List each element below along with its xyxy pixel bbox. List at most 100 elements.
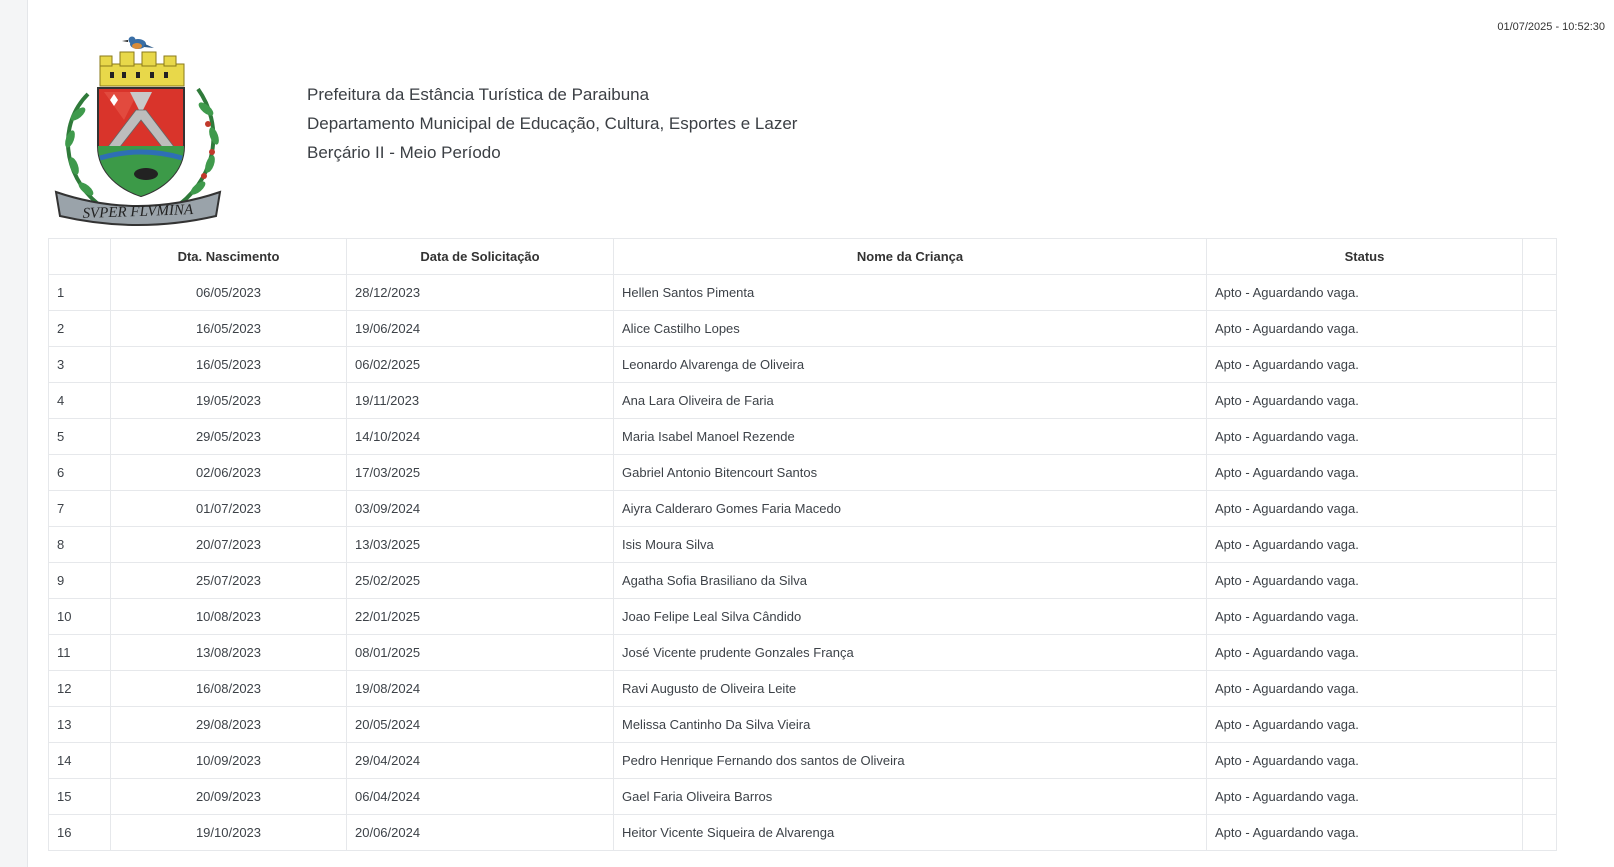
birth-date-cell: 25/07/2023	[110, 562, 347, 599]
table-row: 7 01/07/2023 03/09/2024 Aiyra Calderaro Gom…	[48, 490, 1557, 527]
child-name-cell: Heitor Vicente Siqueira de Alvarenga	[613, 814, 1207, 851]
request-date-cell: 20/05/2024	[346, 706, 614, 743]
status-cell: Apto - Aguardando vaga.	[1206, 346, 1523, 383]
report-header: Prefeitura da Estância Turística de Para…	[307, 80, 797, 167]
request-date-cell: 03/09/2024	[346, 490, 614, 527]
status-cell: Apto - Aguardando vaga.	[1206, 490, 1523, 527]
extra-cell	[1522, 670, 1557, 707]
row-index-cell: 1	[48, 274, 111, 311]
print-timestamp: 01/07/2025 - 10:52:30	[1497, 21, 1605, 33]
request-date-cell: 14/10/2024	[346, 418, 614, 455]
row-index-cell: 8	[48, 526, 111, 563]
extra-cell	[1522, 346, 1557, 383]
col-child-name-header: Nome da Criança	[613, 238, 1207, 275]
row-index-cell: 6	[48, 454, 111, 491]
row-index-cell: 9	[48, 562, 111, 599]
status-cell: Apto - Aguardando vaga.	[1206, 670, 1523, 707]
row-index-cell: 10	[48, 598, 111, 635]
row-index-cell: 2	[48, 310, 111, 347]
row-index-cell: 7	[48, 490, 111, 527]
child-name-cell: Leonardo Alvarenga de Oliveira	[613, 346, 1207, 383]
status-cell: Apto - Aguardando vaga.	[1206, 310, 1523, 347]
birth-date-cell: 19/05/2023	[110, 382, 347, 419]
col-birthdate-header: Dta. Nascimento	[110, 238, 347, 275]
extra-cell	[1522, 706, 1557, 743]
col-status-header: Status	[1206, 238, 1523, 275]
row-index-cell: 11	[48, 634, 111, 671]
request-date-cell: 25/02/2025	[346, 562, 614, 599]
table-header-row: Dta. Nascimento Data de Solicitação Nome…	[48, 238, 1557, 275]
birth-date-cell: 16/05/2023	[110, 346, 347, 383]
extra-cell	[1522, 562, 1557, 599]
birth-date-cell: 20/09/2023	[110, 778, 347, 815]
request-date-cell: 29/04/2024	[346, 742, 614, 779]
child-name-cell: Alice Castilho Lopes	[613, 310, 1207, 347]
extra-cell	[1522, 526, 1557, 563]
row-index-cell: 3	[48, 346, 111, 383]
status-cell: Apto - Aguardando vaga.	[1206, 814, 1523, 851]
child-name-cell: Gael Faria Oliveira Barros	[613, 778, 1207, 815]
request-date-cell: 20/06/2024	[346, 814, 614, 851]
extra-cell	[1522, 274, 1557, 311]
birth-date-cell: 16/05/2023	[110, 310, 347, 347]
extra-cell	[1522, 778, 1557, 815]
request-date-cell: 19/06/2024	[346, 310, 614, 347]
table-row: 13 29/08/2023 20/05/2024 Melissa Cantinho D…	[48, 706, 1557, 743]
birth-date-cell: 20/07/2023	[110, 526, 347, 563]
col-request-date-header: Data de Solicitação	[346, 238, 614, 275]
request-date-cell: 17/03/2025	[346, 454, 614, 491]
birth-date-cell: 29/05/2023	[110, 418, 347, 455]
status-cell: Apto - Aguardando vaga.	[1206, 598, 1523, 635]
birth-date-cell: 01/07/2023	[110, 490, 347, 527]
child-name-cell: Aiyra Calderaro Gomes Faria Macedo	[613, 490, 1207, 527]
table-row: 3 16/05/2023 06/02/2025 Leonardo Alvarenga …	[48, 346, 1557, 383]
child-name-cell: Pedro Henrique Fernando dos santos de Ol…	[613, 742, 1207, 779]
extra-cell	[1522, 382, 1557, 419]
table-row: 16 19/10/2023 20/06/2024 Heitor Vicente Siq…	[48, 814, 1557, 851]
birth-date-cell: 10/08/2023	[110, 598, 347, 635]
birth-date-cell: 29/08/2023	[110, 706, 347, 743]
status-cell: Apto - Aguardando vaga.	[1206, 274, 1523, 311]
child-name-cell: Joao Felipe Leal Silva Cândido	[613, 598, 1207, 635]
request-date-cell: 19/08/2024	[346, 670, 614, 707]
table-row: 4 19/05/2023 19/11/2023 Ana Lara Oliveira d…	[48, 382, 1557, 419]
child-name-cell: Hellen Santos Pimenta	[613, 274, 1207, 311]
table-row: 5 29/05/2023 14/10/2024 Maria Isabel Manoel…	[48, 418, 1557, 455]
child-name-cell: Ravi Augusto de Oliveira Leite	[613, 670, 1207, 707]
table-row: 9 25/07/2023 25/02/2025 Agatha Sofia Brasil…	[48, 562, 1557, 599]
request-date-cell: 28/12/2023	[346, 274, 614, 311]
table-row: 12 16/08/2023 19/08/2024 Ravi Augusto de Ol…	[48, 670, 1557, 707]
col-extra-header	[1522, 238, 1557, 275]
status-cell: Apto - Aguardando vaga.	[1206, 706, 1523, 743]
table-row: 2 16/05/2023 19/06/2024 Alice Castilho Lope…	[48, 310, 1557, 347]
row-index-cell: 5	[48, 418, 111, 455]
request-date-cell: 13/03/2025	[346, 526, 614, 563]
status-cell: Apto - Aguardando vaga.	[1206, 418, 1523, 455]
child-name-cell: Ana Lara Oliveira de Faria	[613, 382, 1207, 419]
coat-of-arms-icon: SVPER FLVMINA	[54, 36, 222, 226]
birth-date-cell: 16/08/2023	[110, 670, 347, 707]
request-date-cell: 06/04/2024	[346, 778, 614, 815]
request-date-cell: 08/01/2025	[346, 634, 614, 671]
birth-date-cell: 10/09/2023	[110, 742, 347, 779]
department-title: Departamento Municipal de Educação, Cult…	[307, 114, 798, 133]
status-cell: Apto - Aguardando vaga.	[1206, 454, 1523, 491]
row-index-cell: 12	[48, 670, 111, 707]
col-index-header	[48, 238, 111, 275]
child-name-cell: José Vicente prudente Gonzales França	[613, 634, 1207, 671]
birth-date-cell: 19/10/2023	[110, 814, 347, 851]
waiting-list-table: Dta. Nascimento Data de Solicitação Nome…	[48, 238, 1557, 851]
child-name-cell: Gabriel Antonio Bitencourt Santos	[613, 454, 1207, 491]
extra-cell	[1522, 814, 1557, 851]
extra-cell	[1522, 454, 1557, 491]
child-name-cell: Agatha Sofia Brasiliano da Silva	[613, 562, 1207, 599]
table-row: 15 20/09/2023 06/04/2024 Gael Faria Oliveir…	[48, 778, 1557, 815]
report-sheet: 01/07/2025 - 10:52:30 SVPER FLVMINA Pref…	[27, 0, 1614, 867]
status-cell: Apto - Aguardando vaga.	[1206, 526, 1523, 563]
class-title: Berçário II - Meio Período	[307, 143, 501, 162]
row-index-cell: 16	[48, 814, 111, 851]
status-cell: Apto - Aguardando vaga.	[1206, 562, 1523, 599]
municipality-title: Prefeitura da Estância Turística de Para…	[307, 85, 650, 104]
birth-date-cell: 02/06/2023	[110, 454, 347, 491]
child-name-cell: Isis Moura Silva	[613, 526, 1207, 563]
